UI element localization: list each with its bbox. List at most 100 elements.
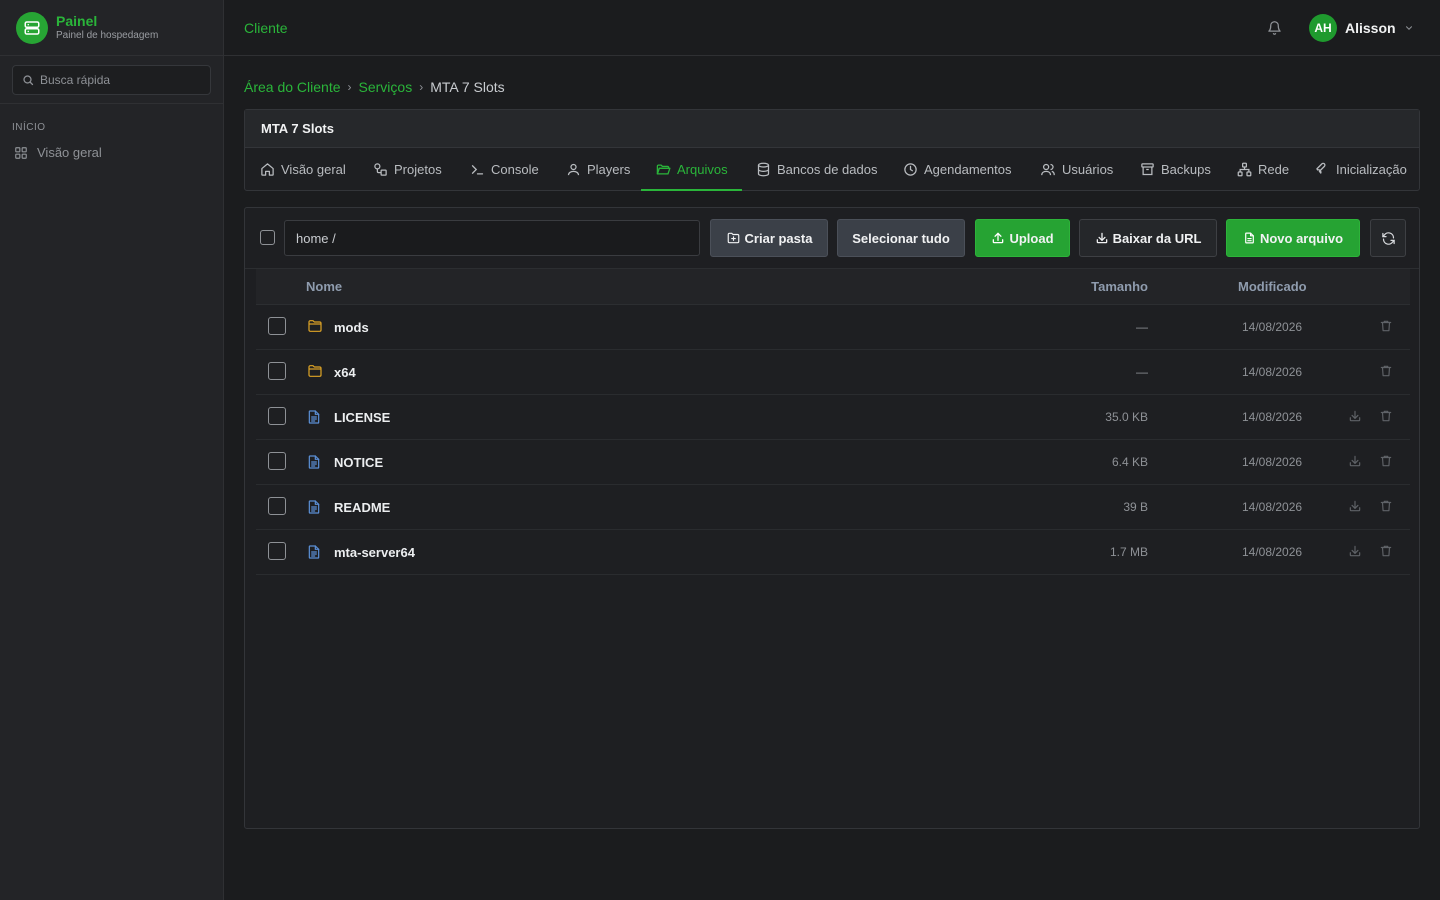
row-checkbox[interactable] (268, 362, 286, 380)
service-panel: MTA 7 Slots Visão geral Projetos Console… (244, 109, 1420, 191)
file-size: 6.4 KB (1111, 455, 1148, 469)
file-name[interactable]: mods (334, 320, 369, 335)
table-row[interactable]: mods — 14/08/2026 (256, 305, 1410, 350)
column-size[interactable]: Tamanho (1091, 279, 1148, 294)
sidebar: Painel Painel de hospedagem INÍCIO Visão… (0, 0, 224, 900)
nav-section-label: INÍCIO (12, 122, 46, 133)
trash-icon[interactable] (1379, 319, 1393, 333)
projects-icon (374, 163, 387, 176)
wrench-icon (1316, 162, 1326, 174)
breadcrumb-services[interactable]: Serviços (359, 79, 413, 95)
tab-users[interactable]: Usuários (1040, 148, 1113, 191)
tab-label: Agendamentos (924, 162, 1012, 177)
button-label: Novo arquivo (1259, 230, 1344, 246)
server-logo-icon (16, 11, 48, 44)
new-file-button[interactable]: Novo arquivo (1226, 219, 1360, 257)
download-url-button[interactable]: Baixar da URL (1079, 219, 1217, 257)
user-menu[interactable]: AH Alisson (1309, 14, 1414, 42)
refresh-button[interactable] (1370, 219, 1406, 257)
trash-icon[interactable] (1379, 364, 1393, 378)
avatar: AH (1309, 14, 1337, 42)
brand-title: Painel (56, 12, 98, 29)
upload-button[interactable]: Upload (975, 219, 1070, 257)
tab-backups[interactable]: Backups (1140, 148, 1211, 191)
download-icon[interactable] (1348, 454, 1362, 468)
file-name[interactable]: LICENSE (334, 410, 390, 425)
row-checkbox[interactable] (268, 542, 286, 560)
select-all-button[interactable]: Selecionar tudo (837, 219, 965, 257)
file-name[interactable]: README (334, 500, 390, 515)
trash-icon[interactable] (1379, 544, 1393, 558)
tab-network[interactable]: Rede (1237, 148, 1289, 191)
file-name[interactable]: mta-server64 (334, 545, 415, 560)
column-name[interactable]: Nome (306, 279, 342, 294)
download-icon[interactable] (1348, 409, 1362, 423)
terminal-icon (471, 165, 484, 175)
select-all-checkbox[interactable] (260, 230, 275, 245)
breadcrumb-separator: › (347, 80, 352, 94)
tab-label: Projetos (394, 162, 442, 177)
tab-files[interactable]: Arquivos (641, 148, 742, 191)
upload-icon (993, 232, 1004, 244)
download-icon[interactable] (1348, 499, 1362, 513)
file-modified: 14/08/2026 (1242, 365, 1303, 379)
row-checkbox[interactable] (268, 317, 286, 335)
header-title[interactable]: Cliente (244, 20, 288, 36)
archive-icon (1141, 163, 1154, 176)
tab-console[interactable]: Console (470, 148, 539, 191)
breadcrumb-current: MTA 7 Slots (430, 79, 505, 95)
refresh-icon (1381, 231, 1395, 245)
table-row[interactable]: README 39 B 14/08/2026 (256, 485, 1410, 530)
trash-icon[interactable] (1379, 409, 1393, 423)
trash-icon[interactable] (1379, 454, 1393, 468)
service-title: MTA 7 Slots (245, 110, 1419, 148)
brand-subtitle: Painel de hospedagem (56, 29, 159, 41)
tab-overview[interactable]: Visão geral (260, 148, 346, 191)
file-modified: 14/08/2026 (1242, 545, 1303, 559)
sidebar-item-label: Visão geral (37, 145, 102, 160)
trash-icon[interactable] (1379, 499, 1393, 513)
row-checkbox[interactable] (268, 452, 286, 470)
quick-search[interactable] (12, 65, 211, 95)
table-row[interactable]: mta-server64 1.7 MB 14/08/2026 (256, 530, 1410, 575)
file-name[interactable]: x64 (334, 365, 356, 380)
network-icon (1237, 162, 1252, 177)
row-checkbox[interactable] (268, 407, 286, 425)
file-modified: 14/08/2026 (1242, 410, 1303, 424)
file-size: 39 B (1123, 500, 1148, 514)
folder-icon (306, 363, 324, 379)
path-input[interactable]: home / (284, 220, 700, 256)
create-folder-button[interactable]: Criar pasta (710, 219, 828, 257)
search-icon (23, 75, 34, 86)
breadcrumb-client-area[interactable]: Área do Cliente (244, 79, 341, 95)
file-size: — (1136, 365, 1148, 379)
download-icon[interactable] (1348, 544, 1362, 558)
button-label: Criar pasta (744, 230, 813, 246)
file-manager: home / Criar pasta Selecionar tudo Uploa… (244, 207, 1420, 829)
file-icon (306, 498, 322, 516)
file-icon (306, 408, 322, 426)
sidebar-item-overview[interactable]: Visão geral (0, 133, 223, 160)
tab-label: Backups (1161, 162, 1211, 177)
tab-players[interactable]: Players (566, 148, 630, 191)
row-checkbox[interactable] (268, 497, 286, 515)
tab-projects[interactable]: Projetos (373, 148, 442, 191)
table-row[interactable]: NOTICE 6.4 KB 14/08/2026 (256, 440, 1410, 485)
tab-schedules[interactable]: Agendamentos (903, 148, 1011, 191)
column-modified[interactable]: Modificado (1238, 279, 1307, 294)
table-row[interactable]: LICENSE 35.0 KB 14/08/2026 (256, 395, 1410, 440)
button-label: Baixar da URL (1112, 230, 1202, 246)
tab-label: Players (587, 162, 631, 177)
file-icon (306, 543, 322, 561)
table-row[interactable]: x64 — 14/08/2026 (256, 350, 1410, 395)
bell-icon[interactable] (1267, 20, 1282, 36)
tab-databases[interactable]: Bancos de dados (756, 148, 877, 191)
folder-plus-icon (727, 232, 739, 244)
file-modified: 14/08/2026 (1242, 455, 1303, 469)
tab-label: Console (491, 162, 539, 177)
file-name[interactable]: NOTICE (334, 455, 383, 470)
search-input[interactable] (40, 73, 200, 87)
brand[interactable]: Painel Painel de hospedagem (0, 0, 223, 56)
tab-startup[interactable]: Inicialização (1315, 148, 1407, 191)
file-toolbar: home / Criar pasta Selecionar tudo Uploa… (245, 208, 1419, 269)
